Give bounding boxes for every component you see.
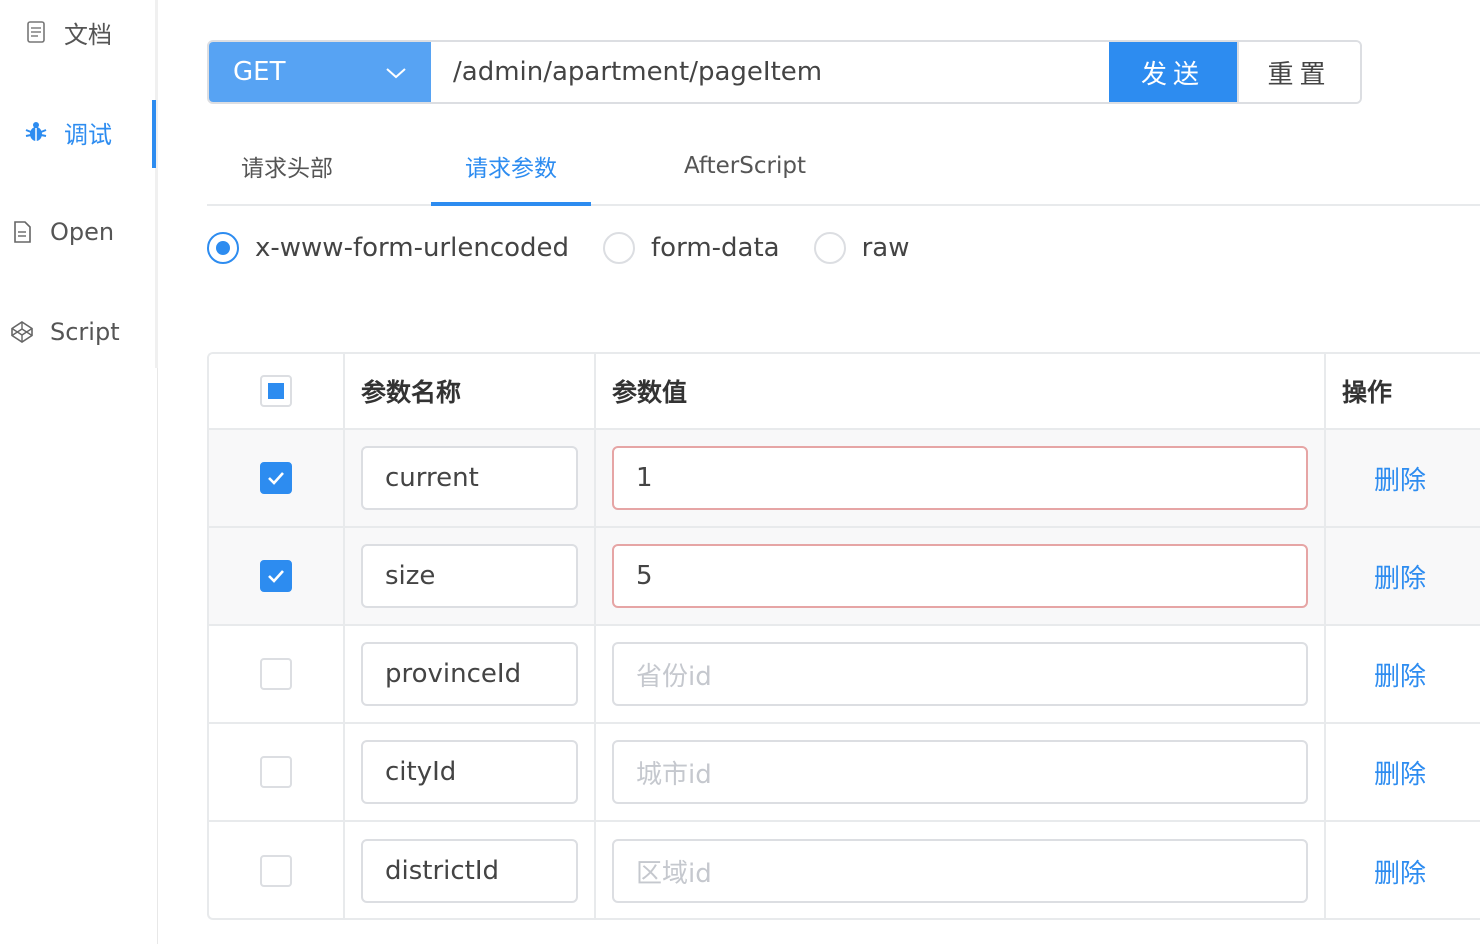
chevron-down-icon <box>385 57 407 87</box>
row-value-cell: 5 <box>596 528 1326 624</box>
delete-button[interactable]: 删除 <box>1374 656 1426 693</box>
row-checkbox[interactable] <box>260 462 292 494</box>
row-value-cell: 区域id <box>596 822 1326 918</box>
delete-button[interactable]: 删除 <box>1374 460 1426 497</box>
check-icon <box>268 570 284 583</box>
radio-urlencoded[interactable]: x-www-form-urlencoded <box>207 232 569 264</box>
send-button[interactable]: 发送 <box>1109 42 1237 102</box>
param-name-input[interactable]: districtId <box>361 839 578 903</box>
header-op: 操作 <box>1342 378 1393 407</box>
row-checkbox[interactable] <box>260 560 292 592</box>
row-value-cell: 1 <box>596 430 1326 526</box>
sidebar-item-debug[interactable]: 调试 <box>0 100 155 164</box>
sidebar-item-label: 调试 <box>64 120 112 149</box>
active-indicator <box>152 100 156 168</box>
row-value-cell: 省份id <box>596 626 1326 722</box>
table-row: current 1 删除 <box>209 430 1480 528</box>
sidebar: 文档 调试 Open Script <box>0 0 158 944</box>
request-bar: GET /admin/apartment/pageItem 发送 重置 <box>207 40 1362 104</box>
param-name-input[interactable]: size <box>361 544 578 608</box>
row-op-cell: 删除 <box>1326 430 1480 526</box>
row-check-cell <box>209 724 345 820</box>
table-row: provinceId 省份id 删除 <box>209 626 1480 724</box>
param-name-input[interactable]: provinceId <box>361 642 578 706</box>
row-op-cell: 删除 <box>1326 822 1480 918</box>
row-value-cell: 城市id <box>596 724 1326 820</box>
sidebar-item-label: 文档 <box>64 20 112 49</box>
row-checkbox[interactable] <box>260 756 292 788</box>
sidebar-item-open[interactable]: Open <box>0 200 155 264</box>
header-check-cell <box>209 354 345 428</box>
radio-label: form-data <box>651 233 780 263</box>
radio-circle[interactable] <box>603 232 636 264</box>
delete-button[interactable]: 删除 <box>1374 853 1426 890</box>
row-name-cell: cityId <box>345 724 596 820</box>
request-tabs: 请求头部 请求参数 AfterScript <box>207 128 1480 206</box>
row-check-cell <box>209 626 345 722</box>
row-check-cell <box>209 822 345 918</box>
tab-params[interactable]: 请求参数 <box>431 128 591 204</box>
row-name-cell: size <box>345 528 596 624</box>
row-op-cell: 删除 <box>1326 528 1480 624</box>
header-value: 参数值 <box>596 354 1326 428</box>
radio-circle[interactable] <box>207 232 239 264</box>
table-row: cityId 城市id 删除 <box>209 724 1480 822</box>
row-op-cell: 删除 <box>1326 724 1480 820</box>
sidebar-item-label: Script <box>50 318 120 346</box>
row-op-cell: 删除 <box>1326 626 1480 722</box>
sidebar-item-script[interactable]: Script <box>0 300 155 364</box>
table-header: 参数名称 参数值 操作 <box>209 354 1480 430</box>
file-icon <box>10 220 34 244</box>
sidebar-item-label: Open <box>50 218 115 246</box>
row-name-cell: provinceId <box>345 626 596 722</box>
check-icon <box>268 472 284 485</box>
document-icon <box>24 20 48 44</box>
delete-button[interactable]: 删除 <box>1374 754 1426 791</box>
table-row: districtId 区域id 删除 <box>209 822 1480 918</box>
codepen-icon <box>10 320 34 344</box>
delete-button[interactable]: 删除 <box>1374 558 1426 595</box>
radio-form-data[interactable]: form-data <box>603 232 780 264</box>
method-select[interactable]: GET <box>209 42 431 102</box>
row-checkbox[interactable] <box>260 658 292 690</box>
param-value-input[interactable]: 区域id <box>612 839 1308 903</box>
radio-label: raw <box>861 233 910 263</box>
row-name-cell: current <box>345 430 596 526</box>
reset-button[interactable]: 重置 <box>1237 42 1360 102</box>
row-check-cell <box>209 528 345 624</box>
select-all-checkbox[interactable] <box>260 375 292 407</box>
content-divider <box>157 368 158 944</box>
url-input[interactable]: /admin/apartment/pageItem <box>431 42 1109 102</box>
radio-circle[interactable] <box>813 232 846 264</box>
param-name-input[interactable]: cityId <box>361 740 578 804</box>
header-name: 参数名称 <box>345 354 596 428</box>
radio-label: x-www-form-urlencoded <box>255 233 570 263</box>
tab-active-indicator <box>431 202 591 206</box>
params-table: 参数名称 参数值 操作 current 1 删除 size 5 删除 provi… <box>207 352 1480 920</box>
bug-icon <box>24 120 48 144</box>
method-value: GET <box>233 57 286 87</box>
param-value-input[interactable]: 1 <box>612 446 1308 510</box>
sidebar-divider <box>155 0 158 368</box>
row-check-cell <box>209 430 345 526</box>
param-value-input[interactable]: 5 <box>612 544 1308 608</box>
tab-headers[interactable]: 请求头部 <box>207 128 367 204</box>
param-name-input[interactable]: current <box>361 446 578 510</box>
sidebar-item-docs[interactable]: 文档 <box>0 0 155 64</box>
row-name-cell: districtId <box>345 822 596 918</box>
param-value-input[interactable]: 省份id <box>612 642 1308 706</box>
body-type-radio-group: x-www-form-urlencoded form-data raw <box>207 228 944 268</box>
tab-afterscript[interactable]: AfterScript <box>655 128 835 204</box>
row-checkbox[interactable] <box>260 855 292 887</box>
radio-raw[interactable]: raw <box>813 232 910 264</box>
param-value-input[interactable]: 城市id <box>612 740 1308 804</box>
table-row: size 5 删除 <box>209 528 1480 626</box>
